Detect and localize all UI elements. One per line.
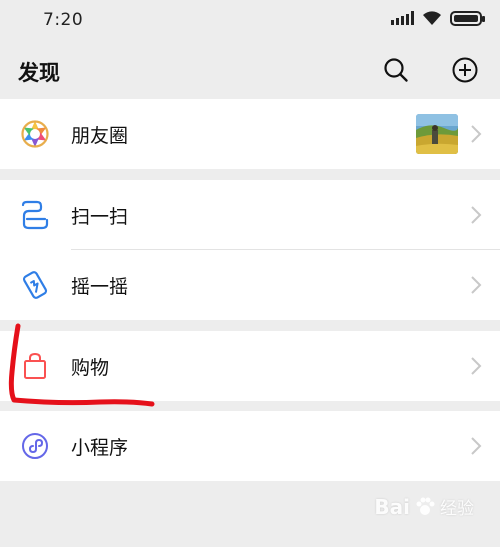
page-title: 发现 [18, 61, 60, 85]
signal-icon [391, 11, 414, 25]
menu-item-scan[interactable]: 扫一扫 [0, 180, 500, 250]
chevron-right-icon [471, 206, 482, 224]
menu-item-shake[interactable]: 摇一摇 [0, 250, 500, 320]
watermark-suffix: 经验 [440, 499, 474, 519]
menu-item-label: 摇一摇 [71, 276, 129, 298]
menu-item-mini-programs[interactable]: 小程序 [0, 411, 500, 481]
mini-program-icon [18, 429, 52, 463]
status-time: 7:20 [43, 10, 84, 30]
menu-item-label: 朋友圈 [71, 125, 129, 147]
header: 发现 [0, 40, 500, 100]
group-moments: 朋友圈 [0, 99, 500, 169]
shopping-bag-icon [18, 349, 52, 383]
scan-icon [18, 198, 52, 232]
battery-icon [450, 10, 485, 26]
wifi-icon [423, 11, 441, 25]
watermark-brand: Bai [374, 494, 410, 519]
status-bar: 7:20 [0, 0, 500, 40]
shake-icon [18, 268, 52, 302]
chevron-right-icon [471, 125, 482, 143]
moments-thumbnail [416, 114, 458, 154]
search-button[interactable] [380, 54, 412, 86]
menu-item-label: 购物 [71, 357, 110, 379]
group-scan-shake: 扫一扫 摇一摇 [0, 180, 500, 320]
search-icon [384, 58, 408, 82]
battery-level [454, 14, 478, 22]
add-button[interactable] [449, 54, 481, 86]
group-mini-programs: 小程序 [0, 411, 500, 481]
group-shopping: 购物 [0, 331, 500, 401]
menu-item-label: 扫一扫 [71, 206, 129, 228]
menu-item-moments[interactable]: 朋友圈 [0, 99, 500, 169]
chevron-right-icon [471, 276, 482, 294]
add-circle-icon [452, 57, 478, 83]
moments-icon [18, 117, 52, 151]
chevron-right-icon [471, 437, 482, 455]
watermark: Bai 经验 [374, 494, 474, 520]
menu-item-shopping[interactable]: 购物 [0, 331, 500, 401]
status-icons [391, 10, 485, 26]
menu-item-label: 小程序 [71, 437, 129, 459]
paw-icon [416, 497, 435, 515]
chevron-right-icon [471, 357, 482, 375]
